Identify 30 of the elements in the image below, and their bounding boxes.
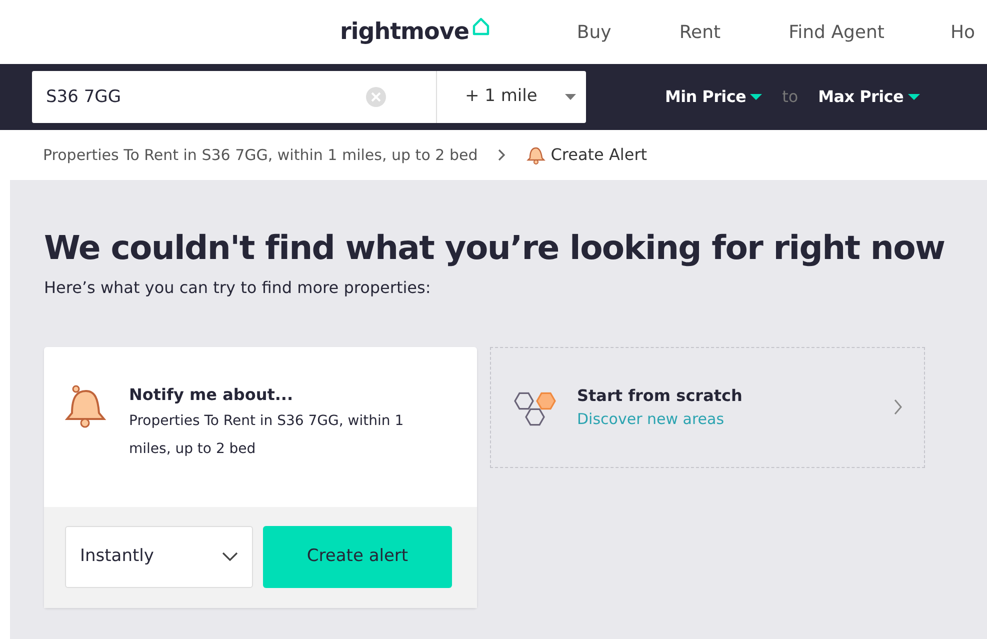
frequency-dropdown[interactable]: Instantly [65, 526, 253, 588]
card-description: Properties To Rent in S36 7GG, within 1 miles, up to 2 bed [129, 412, 405, 459]
location-input[interactable]: S36 7GG [32, 71, 436, 123]
create-alert-link[interactable]: Create Alert [526, 143, 648, 167]
chevron-icon [222, 552, 238, 562]
clear-icon[interactable] [366, 87, 386, 107]
caret-icon [908, 94, 920, 100]
nav-link[interactable]: Find Agent [788, 18, 884, 46]
bell-icon [64, 382, 107, 429]
logo-text[interactable]: rightmove [340, 14, 469, 50]
card-title: Start from scratch [577, 384, 744, 407]
subheading: Here’s what you can try to find more properties: [44, 276, 432, 299]
caret-icon [750, 94, 762, 100]
price-dropdown[interactable]: Min Price [665, 85, 762, 109]
create-alert-button[interactable]: Create alert [263, 526, 452, 588]
nav-link[interactable]: Ho [950, 18, 976, 46]
radius-dropdown[interactable]: + 1 mile [436, 71, 586, 123]
to-label: to [782, 86, 798, 108]
nav-link[interactable]: Rent [679, 18, 721, 46]
page-heading: We couldn't find what you’re looking for right now [44, 228, 946, 268]
scratch-card[interactable]: Start from scratch Discover new areas [490, 346, 925, 468]
bell-icon [526, 145, 546, 165]
breadcrumb-text: Properties To Rent in S36 7GG, within 1 miles, up to 2 bed [43, 144, 478, 166]
price-dropdown[interactable]: Max Price [818, 85, 920, 109]
chevron-icon [894, 399, 902, 416]
caret-icon [565, 94, 576, 100]
house-logo-icon [472, 16, 490, 36]
nav-link[interactable]: Buy [576, 18, 612, 46]
chevron-icon [498, 149, 506, 161]
card-title: Notify me about... [129, 384, 294, 406]
